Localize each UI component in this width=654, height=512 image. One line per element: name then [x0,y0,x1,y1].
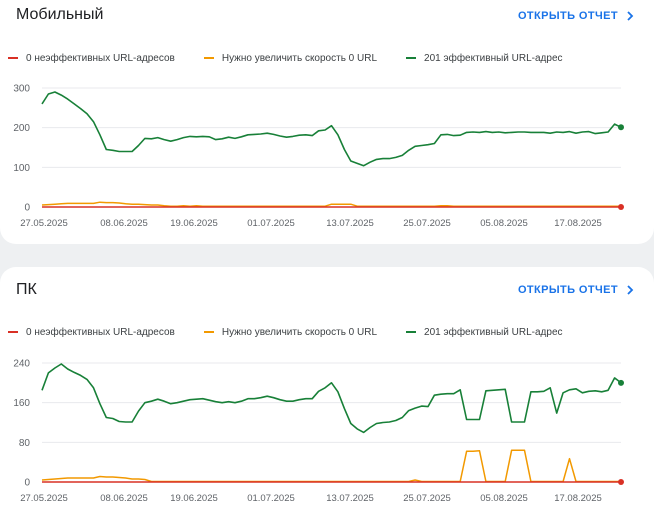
legend-item-good[interactable]: 201 эффективный URL-адрес [406,326,563,338]
card-title-mobile: Мобильный [16,6,104,23]
x-tick-label: 13.07.2025 [326,493,374,504]
x-tick-label: 05.08.2025 [480,218,528,229]
series-end-point[interactable] [618,379,624,386]
chevron-right-icon [627,11,634,21]
x-tick-label: 25.07.2025 [403,493,451,504]
legend-label: 0 неэффективных URL-адресов [26,52,175,64]
y-tick-label: 200 [13,123,30,134]
x-tick-label: 19.06.2025 [170,493,218,504]
y-tick-label: 240 [13,359,30,370]
x-tick-label: 01.07.2025 [247,493,295,504]
legend-label: 0 неэффективных URL-адресов [26,326,175,338]
series-end-point[interactable] [618,479,624,485]
x-tick-label: 27.05.2025 [20,218,68,229]
legend-swatch-orange [203,331,214,333]
series-line [41,449,621,483]
x-tick-label: 08.06.2025 [100,218,148,229]
chart-legend-desktop: 0 неэффективных URL-адресов Нужно увелич… [8,325,592,339]
y-tick-label: 80 [19,438,31,449]
series-line [41,91,622,167]
series-line [41,201,621,207]
y-tick-label: 160 [13,398,30,409]
legend-label: 201 эффективный URL-адрес [424,326,563,338]
x-tick-label: 17.08.2025 [554,218,602,229]
legend-item-needs-improvement[interactable]: Нужно увеличить скорость 0 URL [203,326,378,338]
series-end-point[interactable] [618,124,624,131]
legend-swatch-orange [203,57,214,59]
legend-item-poor[interactable]: 0 неэффективных URL-адресов [8,327,175,338]
legend-label: Нужно увеличить скорость 0 URL [221,52,378,64]
legend-swatch-green [406,57,417,59]
legend-item-needs-improvement[interactable]: Нужно увеличить скорость 0 URL [203,52,378,64]
line-chart-desktop: 0 80 160 240 27.05.2025 08.06.2025 19.06.2025 0… [13,359,624,504]
x-tick-label: 25.07.2025 [403,218,451,229]
x-tick-label: 27.05.2025 [20,493,68,504]
line-chart-mobile: 0 100 200 300 27.05.2025 08.06.2025 19.06.2025… [13,84,624,229]
chart-legend-mobile: 0 неэффективных URL-адресов Нужно увелич… [8,51,592,65]
y-tick-label: 0 [24,478,30,489]
desktop-card: ПК ОТКРЫТЬ ОТЧЕТ 0 неэффективных URL-адр… [0,267,654,512]
open-report-button-mobile[interactable]: ОТКРЫТЬ ОТЧЕТ [518,10,636,22]
y-tick-label: 0 [24,203,30,214]
open-report-label: ОТКРЫТЬ ОТЧЕТ [517,10,618,22]
x-tick-label: 13.07.2025 [326,218,374,229]
y-tick-label: 100 [13,163,30,174]
legend-swatch-red [8,57,18,59]
x-tick-label: 17.08.2025 [554,493,602,504]
card-title-desktop: ПК [16,281,37,298]
legend-swatch-red [8,331,18,333]
x-tick-label: 01.07.2025 [247,218,295,229]
legend-label: 201 эффективный URL-адрес [424,52,563,64]
x-tick-label: 08.06.2025 [100,493,148,504]
legend-label: Нужно увеличить скорость 0 URL [221,326,378,338]
open-report-button-desktop[interactable]: ОТКРЫТЬ ОТЧЕТ [518,284,636,296]
series-end-point[interactable] [618,204,624,210]
legend-item-good[interactable]: 201 эффективный URL-адрес [406,52,563,64]
legend-item-poor[interactable]: 0 неэффективных URL-адресов [8,53,175,64]
chevron-right-icon [627,285,634,295]
legend-swatch-green [406,331,417,333]
open-report-label: ОТКРЫТЬ ОТЧЕТ [517,284,618,296]
y-tick-label: 300 [13,84,30,95]
x-tick-label: 05.08.2025 [480,493,528,504]
x-tick-label: 19.06.2025 [170,218,218,229]
series-line [41,363,622,434]
mobile-card: Мобильный ОТКРЫТЬ ОТЧЕТ 0 неэффективных … [0,0,654,244]
